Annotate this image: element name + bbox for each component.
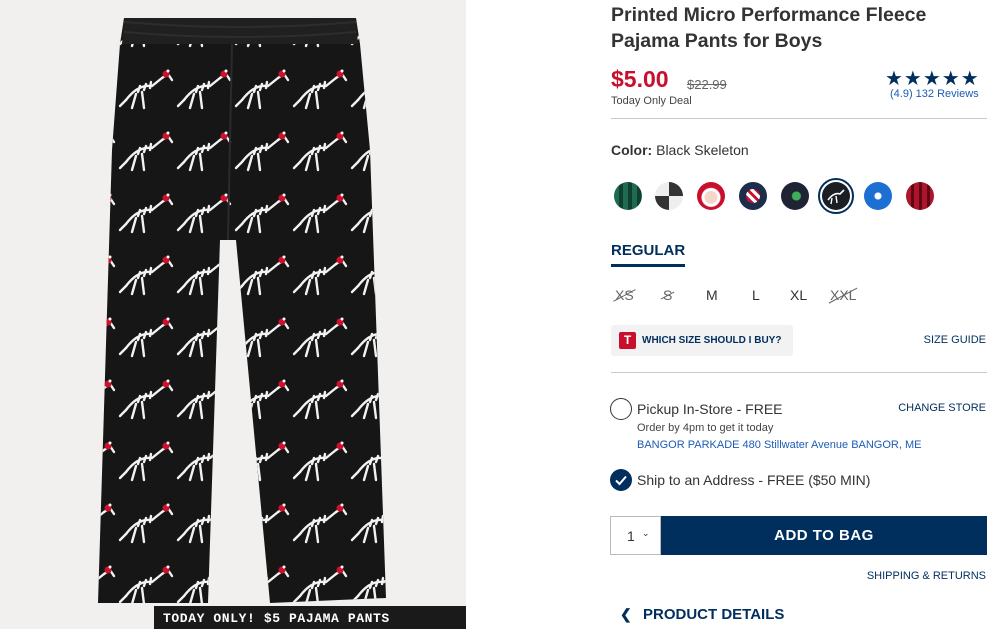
size-help-icon: T xyxy=(619,332,636,349)
swatch-blue-nutcracker[interactable] xyxy=(864,182,892,210)
which-size-label: WHICH SIZE SHOULD I BUY? xyxy=(642,335,782,346)
pajama-pants-image xyxy=(98,18,386,603)
swatch-gray-buffalo-check[interactable] xyxy=(655,182,683,210)
reviews-link[interactable]: (4.9) 132 Reviews xyxy=(890,88,979,100)
pickup-label[interactable]: Pickup In-Store - FREE xyxy=(637,401,783,417)
size-l[interactable]: L xyxy=(752,287,760,303)
tab-regular[interactable]: REGULAR xyxy=(611,242,686,267)
chevron-down-icon: ⌄ xyxy=(642,528,650,538)
selected-color: Black Skeleton xyxy=(656,142,749,158)
divider xyxy=(611,118,987,119)
quantity-select[interactable]: 1 ⌄ xyxy=(610,516,661,555)
product-page: TODAY ONLY! $5 PAJAMA PANTS Printed Micr… xyxy=(0,0,988,629)
change-store-link[interactable]: CHANGE STORE xyxy=(898,402,986,414)
color-label: Color: xyxy=(611,142,653,158)
deal-label: Today Only Deal xyxy=(611,95,692,107)
which-size-button[interactable]: T WHICH SIZE SHOULD I BUY? xyxy=(611,325,793,356)
swatch-santa[interactable] xyxy=(697,182,725,210)
divider xyxy=(611,372,987,373)
checkmark-icon xyxy=(615,475,627,486)
swatch-green-plaid[interactable] xyxy=(614,182,642,210)
ship-radio[interactable] xyxy=(610,469,632,491)
add-to-bag-button[interactable]: ADD TO BAG xyxy=(661,516,987,555)
pickup-radio[interactable] xyxy=(610,398,632,420)
swatch-candy-cane[interactable] xyxy=(739,182,767,210)
promo-text: TODAY ONLY! $5 PAJAMA PANTS xyxy=(163,611,390,626)
color-swatches xyxy=(614,178,944,214)
quantity-value: 1 xyxy=(627,528,635,544)
skeleton-swatch-fill xyxy=(822,182,850,210)
size-m[interactable]: M xyxy=(706,287,718,303)
swatch-dinosaur[interactable] xyxy=(781,182,809,210)
order-by-text: Order by 4pm to get it today xyxy=(637,422,774,434)
store-address-link[interactable]: BANGOR PARKADE 480 Stillwater Avenue BAN… xyxy=(637,439,921,451)
color-row: Color: Black Skeleton xyxy=(611,142,749,158)
sale-price: $5.00 xyxy=(611,66,669,92)
product-title: Printed Micro Performance Fleece Pajama … xyxy=(611,4,927,52)
size-xs[interactable]: XS xyxy=(615,287,634,303)
size-guide-link[interactable]: SIZE GUIDE xyxy=(924,334,986,346)
product-details-toggle[interactable]: PRODUCT DETAILS xyxy=(643,606,784,623)
swatch-black-skeleton[interactable] xyxy=(818,178,854,214)
chevron-left-icon[interactable]: ❮ xyxy=(620,606,632,623)
promo-banner[interactable]: TODAY ONLY! $5 PAJAMA PANTS xyxy=(154,606,466,629)
size-s[interactable]: S xyxy=(663,287,672,303)
size-xxl[interactable]: XXL xyxy=(830,287,856,303)
size-xl[interactable]: XL xyxy=(790,287,807,303)
shipping-returns-link[interactable]: SHIPPING & RETURNS xyxy=(867,570,986,582)
product-image[interactable]: TODAY ONLY! $5 PAJAMA PANTS xyxy=(0,0,466,629)
ship-label[interactable]: Ship to an Address - FREE ($50 MIN) xyxy=(637,472,870,488)
original-price: $22.99 xyxy=(687,77,727,92)
dinosaur-skeleton-icon xyxy=(827,189,845,205)
swatch-red-plaid[interactable] xyxy=(906,182,934,210)
